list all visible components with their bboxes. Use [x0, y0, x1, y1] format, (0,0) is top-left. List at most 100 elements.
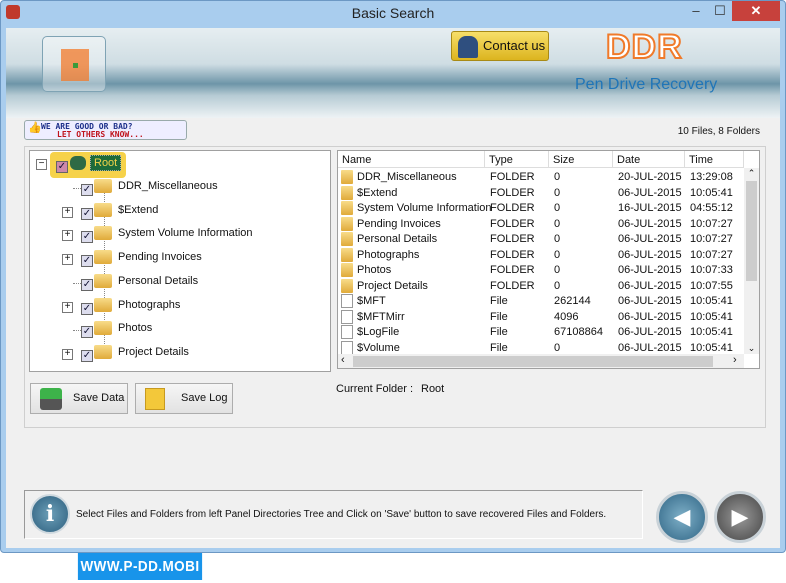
collapse-icon[interactable]: −: [36, 159, 47, 170]
minimize-button[interactable]: ‒: [684, 1, 708, 21]
tree-item-checkbox[interactable]: ✓: [81, 207, 93, 220]
cell-size: 0: [554, 248, 561, 261]
cell-type: FOLDER: [490, 264, 535, 276]
cell-time: 10:07:27: [690, 217, 733, 230]
file-icon: [341, 309, 353, 324]
expand-icon[interactable]: +: [62, 301, 73, 313]
folder-icon: [341, 170, 353, 184]
horizontal-scrollbar[interactable]: ‹ ›: [338, 354, 744, 368]
cell-time: 10:05:41: [690, 341, 733, 354]
column-header-size[interactable]: Size: [549, 151, 613, 168]
cell-date: 06-JUL-2015: [618, 217, 682, 230]
expand-icon[interactable]: +: [62, 254, 73, 266]
directory-tree[interactable]: − ✓ Root ✓ DDR_Miscellaneous + ✓ $Extend + ✓ Sy…: [29, 150, 331, 372]
tree-item-checkbox[interactable]: ✓: [81, 231, 93, 244]
tree-item-checkbox[interactable]: ✓: [81, 184, 93, 196]
back-button[interactable]: ◀: [656, 491, 708, 543]
file-row[interactable]: Photographs FOLDER 0 06-JUL-2015 10:07:27: [338, 247, 744, 263]
root-label[interactable]: Root: [90, 155, 122, 171]
file-row[interactable]: Photos FOLDER 0 06-JUL-2015 10:07:33: [338, 263, 744, 278]
tree-item-checkbox[interactable]: ✓: [81, 349, 93, 362]
cell-size: 0: [554, 217, 561, 230]
cell-size: 262144: [554, 295, 591, 307]
tree-item-checkbox[interactable]: ✓: [81, 326, 93, 339]
tree-item-label: Photographs: [118, 298, 181, 311]
watermark-badge: WWW.P-DD.MOBI: [77, 553, 203, 580]
app-logo: [42, 36, 106, 92]
folder-icon: [94, 297, 112, 312]
folder-icon: [341, 263, 353, 277]
next-button[interactable]: ▶: [714, 491, 766, 543]
cell-date: 06-JUL-2015: [618, 295, 682, 307]
save-log-label: Save Log: [181, 392, 228, 404]
cell-time: 10:05:41: [690, 295, 733, 307]
column-header-time[interactable]: Time: [685, 151, 744, 168]
file-row[interactable]: DDR_Miscellaneous FOLDER 0 20-JUL-2015 13:29…: [338, 170, 744, 185]
expand-icon[interactable]: +: [62, 348, 73, 360]
cell-type: File: [490, 341, 508, 354]
cell-size: 0: [554, 233, 561, 245]
cell-size: 0: [554, 186, 561, 199]
cell-size: 0: [554, 202, 561, 214]
file-row[interactable]: $LogFile File 67108864 06-JUL-2015 10:05:41: [338, 325, 744, 340]
cell-time: 10:07:55: [690, 279, 733, 292]
tree-item[interactable]: + ✓ System Volume Information: [30, 226, 330, 244]
scroll-up-icon: ⌃: [747, 168, 756, 178]
folder-icon: [341, 232, 353, 246]
file-row[interactable]: $MFTMirr File 4096 06-JUL-2015 10:05:41: [338, 309, 744, 325]
cell-name: System Volume Information: [357, 202, 492, 214]
rate-line2: LET OTHERS KNOW...: [57, 130, 144, 139]
cell-type: File: [490, 310, 508, 323]
tree-line: [73, 282, 81, 284]
file-list[interactable]: Name Type Size Date Time DDR_Miscellaneous FO…: [337, 150, 760, 369]
contact-us-button[interactable]: Contact us: [451, 31, 549, 61]
file-row[interactable]: $MFT File 262144 06-JUL-2015 10:05:41: [338, 294, 744, 309]
expand-icon[interactable]: +: [62, 206, 73, 218]
tree-item[interactable]: ✓ Personal Details: [30, 273, 330, 292]
cell-date: 06-JUL-2015: [618, 341, 682, 354]
tree-item-checkbox[interactable]: ✓: [81, 255, 93, 268]
tree-item[interactable]: ✓ Photos: [30, 321, 330, 339]
tree-item[interactable]: + ✓ Project Details: [30, 344, 330, 363]
vertical-scrollbar[interactable]: ⌃ ⌄: [744, 168, 759, 354]
cell-date: 06-JUL-2015: [618, 279, 682, 292]
cell-size: 67108864: [554, 326, 603, 338]
tree-root[interactable]: − ✓ Root: [30, 152, 330, 178]
save-data-label: Save Data: [73, 392, 125, 404]
expand-icon[interactable]: +: [62, 230, 73, 242]
product-name: Pen Drive Recovery: [575, 76, 718, 93]
file-icon: [341, 294, 353, 308]
cell-time: 10:05:41: [690, 310, 733, 323]
column-header-type[interactable]: Type: [485, 151, 549, 168]
column-header-date[interactable]: Date: [613, 151, 685, 168]
tree-item-label: $Extend: [118, 203, 159, 216]
cell-name: Pending Invoices: [357, 217, 441, 230]
save-log-button[interactable]: Save Log: [135, 383, 233, 414]
tree-item[interactable]: + ✓ Pending Invoices: [30, 250, 330, 268]
maximize-button[interactable]: ☐: [708, 1, 732, 21]
cell-name: Personal Details: [357, 233, 438, 245]
file-row[interactable]: System Volume Information FOLDER 0 16-JUL-2…: [338, 201, 744, 216]
cell-type: FOLDER: [490, 248, 535, 261]
close-button[interactable]: ✕: [732, 1, 780, 21]
tree-item-label: Project Details: [118, 345, 189, 358]
tree-item[interactable]: + ✓ Photographs: [30, 297, 330, 316]
file-row[interactable]: Personal Details FOLDER 0 06-JUL-2015 10:07:…: [338, 232, 744, 247]
tree-item-checkbox[interactable]: ✓: [81, 278, 93, 291]
cell-time: 10:05:41: [690, 326, 733, 338]
cell-type: FOLDER: [490, 217, 535, 230]
tree-item-checkbox[interactable]: ✓: [81, 302, 93, 315]
rate-us-button[interactable]: 👍 WE ARE GOOD OR BAD? LET OTHERS KNOW...: [24, 120, 187, 140]
tree-item[interactable]: ✓ DDR_Miscellaneous: [30, 179, 330, 197]
column-header-name[interactable]: Name: [338, 151, 485, 168]
cell-date: 06-JUL-2015: [618, 248, 682, 261]
scroll-down-icon: ⌄: [747, 343, 756, 353]
file-row[interactable]: Project Details FOLDER 0 06-JUL-2015 10:07:5…: [338, 278, 744, 294]
root-checkbox[interactable]: ✓: [56, 161, 68, 173]
folder-icon: [341, 201, 353, 215]
tree-item[interactable]: + ✓ $Extend: [30, 202, 330, 221]
file-row[interactable]: Pending Invoices FOLDER 0 06-JUL-2015 10:07:…: [338, 216, 744, 232]
folder-icon: [94, 273, 112, 288]
file-row[interactable]: $Extend FOLDER 0 06-JUL-2015 10:05:41: [338, 185, 744, 201]
save-data-button[interactable]: Save Data: [30, 383, 128, 414]
